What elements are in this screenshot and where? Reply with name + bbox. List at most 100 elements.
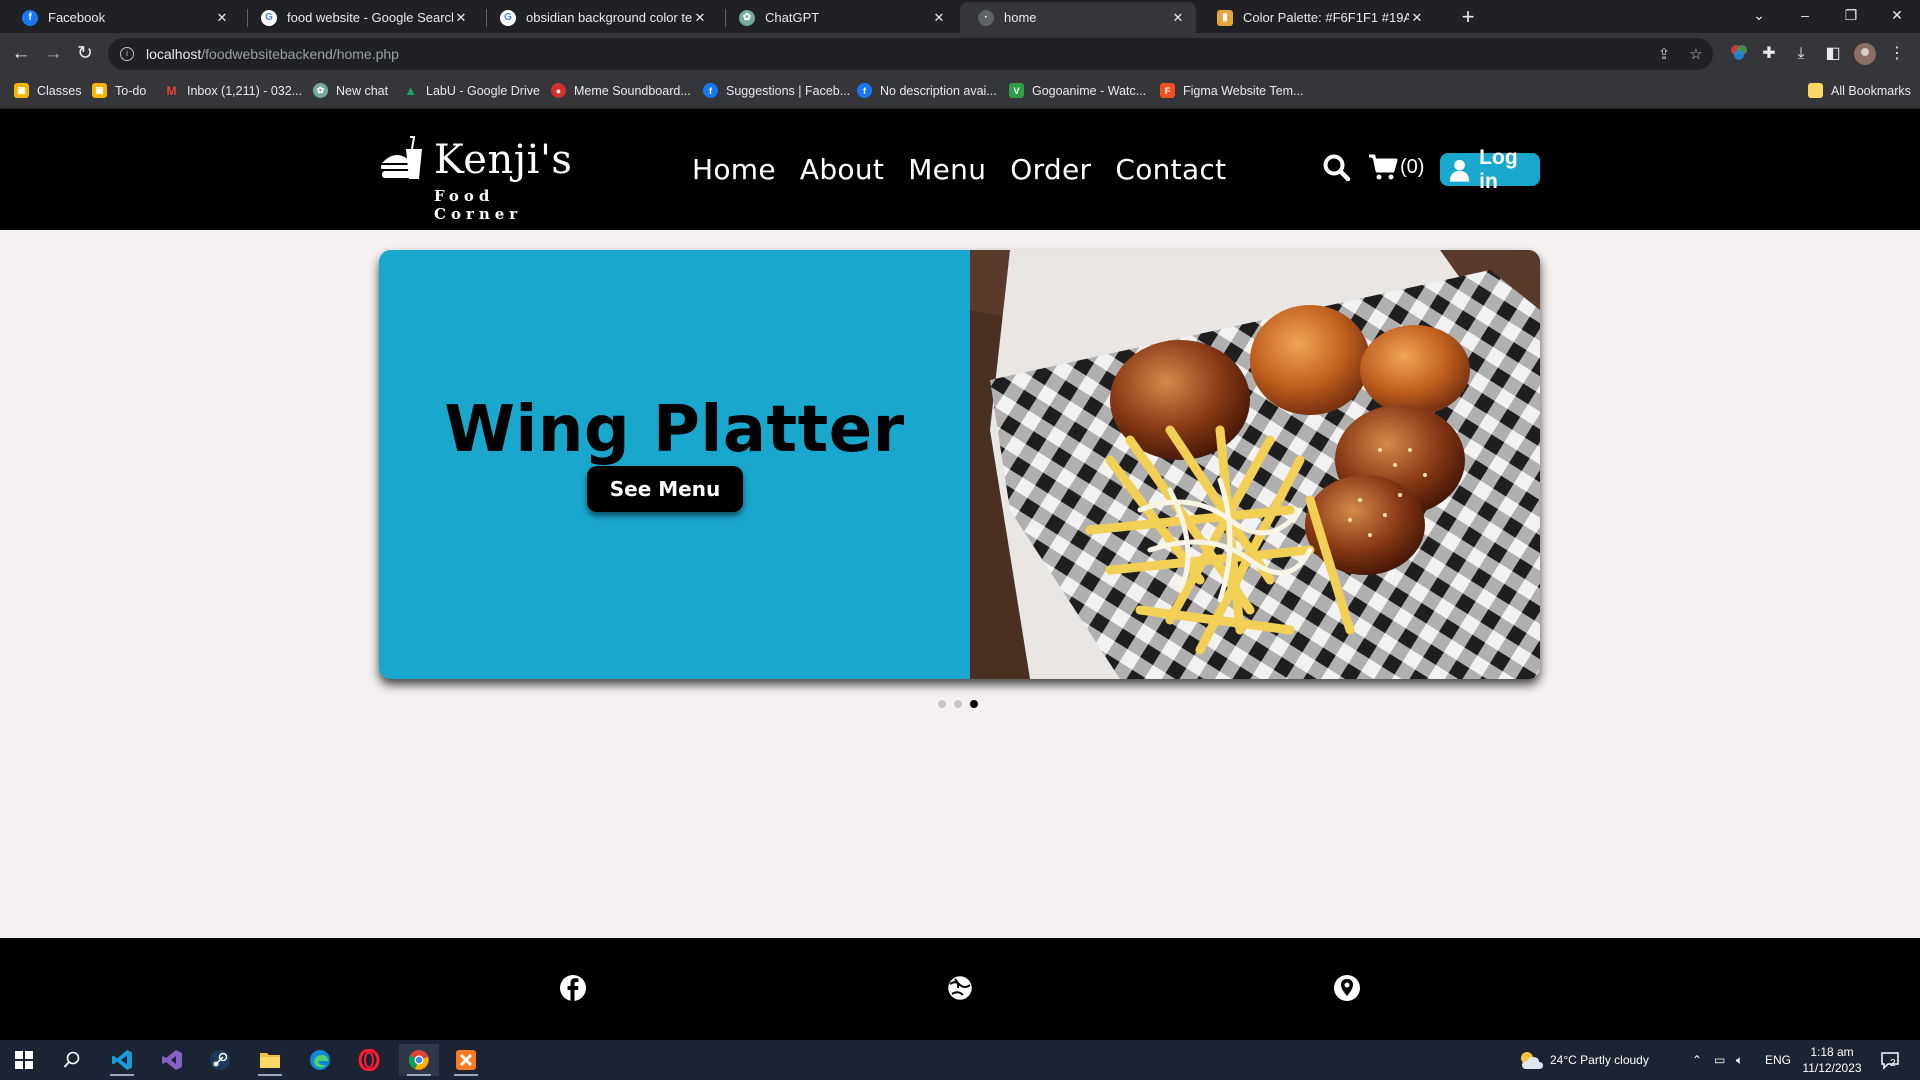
close-icon[interactable]: ✕: [1170, 10, 1186, 26]
nav-menu[interactable]: Menu: [908, 153, 986, 186]
vscode-icon[interactable]: [102, 1044, 142, 1076]
bookmark-item[interactable]: ▣ To-do: [92, 83, 146, 98]
network-icon[interactable]: ▭: [1714, 1040, 1725, 1080]
download-icon[interactable]: ⤓: [1790, 43, 1812, 65]
tab-title: home: [1004, 10, 1037, 25]
share-icon[interactable]: ⇪: [1654, 45, 1674, 65]
wing-platter-photo: [970, 250, 1540, 679]
forward-button[interactable]: →: [40, 41, 66, 67]
bookmark-item[interactable]: ▲ LabU - Google Drive: [403, 83, 540, 98]
chrome-icon[interactable]: [399, 1044, 439, 1076]
steam-icon[interactable]: [200, 1044, 240, 1076]
weather-widget[interactable]: 24°C Partly cloudy: [1518, 1040, 1649, 1080]
menu-icon[interactable]: ⋮: [1886, 43, 1908, 65]
bookmark-item[interactable]: ✿ New chat: [313, 83, 388, 98]
slide-text-panel: Wing Platter See Menu: [379, 250, 970, 679]
see-menu-button[interactable]: See Menu: [587, 466, 743, 512]
cart-count: (0): [1400, 155, 1425, 178]
browser-tab[interactable]: G food website - Google Search ✕: [243, 2, 479, 33]
clock[interactable]: 1:18 am 11/12/2023: [1800, 1040, 1864, 1080]
new-tab-button[interactable]: +: [1455, 5, 1481, 31]
page-icon: ·: [978, 9, 994, 26]
bookmark-item[interactable]: M Inbox (1,211) - 032...: [164, 83, 303, 98]
opera-icon[interactable]: [349, 1044, 389, 1076]
close-icon[interactable]: ✕: [1409, 10, 1425, 26]
browser-tab-strip: f Facebook ✕ G food website - Google Sea…: [0, 0, 1920, 33]
tab-title: food website - Google Search: [287, 10, 453, 25]
browser-tab[interactable]: f Facebook ✕: [4, 2, 240, 33]
nav-home[interactable]: Home: [692, 153, 776, 186]
profile-avatar[interactable]: [1854, 43, 1876, 65]
address-bar[interactable]: i localhost /foodwebsitebackend/home.php…: [108, 38, 1713, 70]
file-explorer-icon[interactable]: [250, 1044, 290, 1076]
close-window-button[interactable]: ✕: [1874, 0, 1920, 33]
facebook-icon[interactable]: [559, 974, 587, 1002]
show-hidden-icons[interactable]: ⌃: [1692, 1040, 1702, 1080]
nav-about[interactable]: About: [800, 153, 884, 186]
burger-drink-logo-icon: [381, 136, 422, 179]
tab-search-button[interactable]: ⌄: [1736, 0, 1782, 33]
bookmark-item[interactable]: ▣ Classes: [14, 83, 81, 98]
slider-dot[interactable]: [954, 700, 962, 708]
language-indicator[interactable]: ENG: [1765, 1040, 1791, 1080]
volume-icon[interactable]: 🔈︎: [1736, 1040, 1743, 1080]
bookmark-item[interactable]: V Gogoanime - Watc...: [1009, 83, 1146, 98]
slide-title: Wing Platter: [444, 393, 905, 467]
restore-button[interactable]: ❐: [1828, 0, 1874, 33]
nav-contact[interactable]: Contact: [1115, 153, 1226, 186]
back-button[interactable]: ←: [8, 41, 34, 67]
palette-icon: ▮: [1217, 9, 1233, 26]
search-icon[interactable]: [1322, 153, 1352, 183]
all-bookmarks-folder[interactable]: All Bookmarks: [1808, 83, 1911, 98]
edge-icon[interactable]: [300, 1044, 340, 1076]
windows-taskbar: 24°C Partly cloudy ⌃ ▭ 🔈︎ ENG 1:18 am 11…: [0, 1040, 1920, 1080]
cart-button[interactable]: (0): [1368, 153, 1424, 181]
site-info-icon[interactable]: i: [120, 47, 134, 61]
visual-studio-icon[interactable]: [152, 1044, 192, 1076]
slider-dot[interactable]: [938, 700, 946, 708]
bookmark-label: No description avai...: [880, 83, 997, 98]
google-icon: G: [261, 9, 277, 26]
close-icon[interactable]: ✕: [931, 10, 947, 26]
bookmark-item[interactable]: f No description avai...: [857, 83, 997, 98]
xampp-icon[interactable]: [446, 1044, 486, 1076]
start-icon[interactable]: [4, 1044, 44, 1076]
close-icon[interactable]: ✕: [214, 10, 230, 26]
meme-icon: ●: [551, 83, 566, 98]
close-icon[interactable]: ✕: [453, 10, 469, 26]
gmail-icon: M: [166, 83, 177, 98]
partly-cloudy-icon: [1521, 1052, 1543, 1069]
side-panel-icon[interactable]: ◧: [1822, 43, 1844, 65]
weather-text: 24°C Partly cloudy: [1550, 1053, 1649, 1067]
bookmark-item[interactable]: F Figma Website Tem...: [1160, 83, 1303, 98]
all-bookmarks-label: All Bookmarks: [1831, 83, 1911, 98]
bookmark-label: Inbox (1,211) - 032...: [187, 83, 303, 98]
color-extension-icon[interactable]: [1728, 43, 1750, 65]
location-pin-icon[interactable]: [1333, 974, 1361, 1002]
reload-button[interactable]: ↻: [72, 41, 98, 67]
browser-tab[interactable]: G obsidian background color textu ✕: [482, 2, 718, 33]
tab-title: Color Palette: #F6F1F1 #19A7CE: [1243, 10, 1409, 25]
browser-tab[interactable]: ▮ Color Palette: #F6F1F1 #19A7CE ✕: [1199, 2, 1435, 33]
classroom-icon: ▣: [14, 83, 29, 98]
bookmark-label: Figma Website Tem...: [1183, 83, 1304, 98]
site-logo[interactable]: Kenji's Food Corner: [378, 129, 578, 223]
nav-order[interactable]: Order: [1010, 153, 1091, 186]
search-icon[interactable]: [52, 1044, 92, 1076]
logo-subtitle: Food Corner: [434, 187, 523, 223]
browser-tab[interactable]: ✿ ChatGPT ✕: [721, 2, 957, 33]
close-icon[interactable]: ✕: [692, 10, 708, 26]
browser-tab-active[interactable]: · home ✕: [960, 2, 1196, 33]
bookmark-label: Classes: [37, 83, 82, 98]
notification-center[interactable]: 2: [1880, 1040, 1899, 1080]
slider-dot-active[interactable]: [970, 700, 978, 708]
bookmark-item[interactable]: f Suggestions | Faceb...: [703, 83, 850, 98]
login-button[interactable]: Log in: [1440, 146, 1540, 193]
extensions-icon[interactable]: ✚: [1758, 43, 1780, 65]
minimize-button[interactable]: –: [1782, 0, 1828, 33]
globe-icon[interactable]: [946, 974, 974, 1002]
bookmark-label: Meme Soundboard...: [574, 83, 691, 98]
bookmark-star-icon[interactable]: ☆: [1686, 45, 1706, 65]
drive-icon: ▲: [404, 83, 417, 98]
bookmark-item[interactable]: ● Meme Soundboard...: [551, 83, 691, 98]
